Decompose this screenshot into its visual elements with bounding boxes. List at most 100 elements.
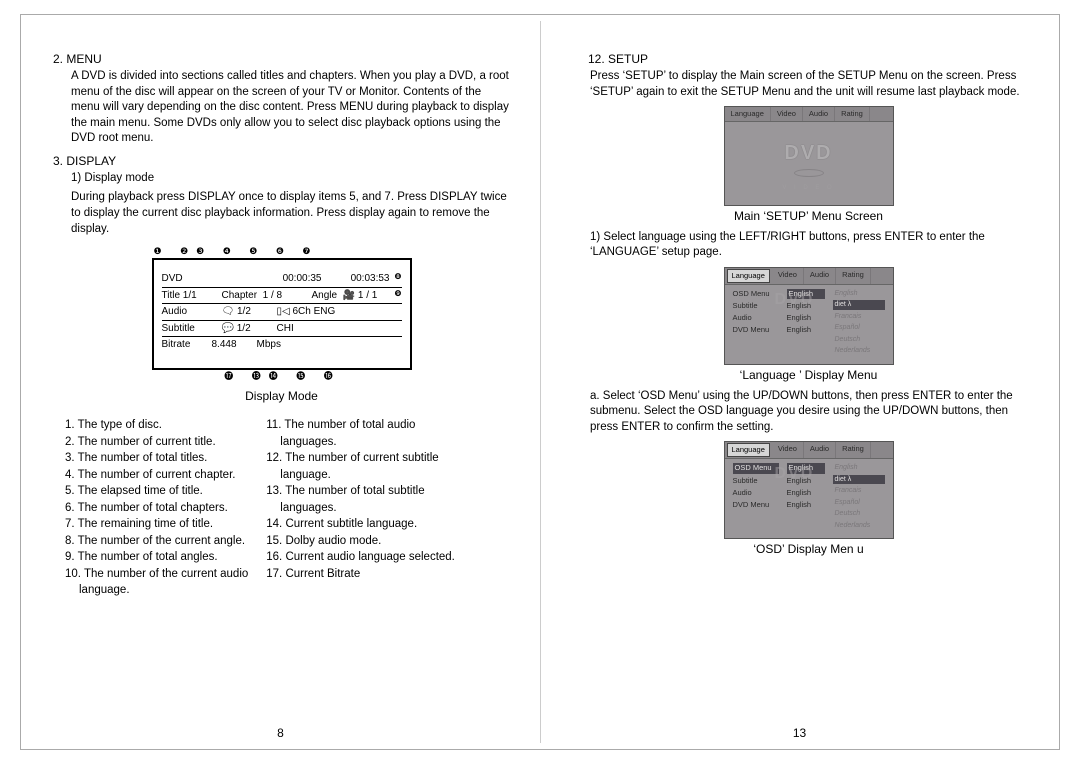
display-sub1-title: 1) Display mode: [71, 171, 510, 187]
osd-c3-4: Deutsch: [833, 509, 885, 518]
legend-item: languages.: [280, 501, 455, 517]
display-diagram: ❶ ❷❸ ❹ ❺ ❻ ❼ DVD 00:00:35 00:03:53 ❽ Tit…: [152, 245, 412, 404]
heading-display: 3. DISPLAY: [53, 153, 510, 169]
heading-menu: 2. MENU: [53, 51, 510, 67]
legend-item: 13. The number of total subtitle: [266, 484, 455, 500]
osd-c3-2: Francais: [833, 486, 885, 495]
lang-c2-1: English: [787, 301, 825, 311]
lang-c1-3: DVD Menu: [733, 325, 779, 335]
dvd-disc-icon: [794, 169, 824, 177]
setup-osd-body: DVD OSD Menu Subtitle Audio DVD Menu Eng…: [725, 459, 893, 532]
tab-video: Video: [772, 442, 804, 458]
setup-language-screenshot: Language Video Audio Rating DVD OSD Menu…: [724, 267, 894, 365]
lang-c1-0: OSD Menu: [733, 289, 779, 299]
legend-left: 1. The type of disc. 2. The number of cu…: [65, 418, 248, 600]
osd-r5c: Mbps: [257, 338, 402, 352]
tab-video: Video: [772, 268, 804, 284]
legend-item: 11. The number of total audio: [266, 418, 455, 434]
osd-r4b: 💬 1/2: [222, 322, 277, 336]
tab-language: Language: [725, 107, 771, 121]
caption-osd: ‘OSD’ Display Men u: [588, 541, 1029, 557]
osd-c3-sel: diet λ: [833, 475, 885, 484]
lang-c3-0: English: [833, 289, 885, 298]
osd-r3a: Audio: [162, 305, 222, 319]
osd-r3b: 🗨 1/2: [222, 305, 277, 319]
osd-r5b: 8.448: [212, 338, 257, 352]
callout-9: ❾: [390, 289, 402, 303]
osd-c2-2: English: [787, 488, 825, 498]
tab-rating: Rating: [836, 442, 871, 458]
osd-r3c: ▯◁ 6Ch ENG: [277, 305, 402, 319]
setup-step-a: a. Select ‘OSD Menu’ using the UP/DOWN b…: [590, 389, 1029, 436]
page-number-left: 8: [21, 725, 540, 741]
osd-r4c: CHI: [277, 322, 402, 336]
osd-r1c: 00:03:53: [322, 272, 390, 286]
legend-item: 12. The number of current subtitle: [266, 451, 455, 467]
setup-step1: 1) Select language using the LEFT/RIGHT …: [590, 230, 1029, 261]
tab-audio: Audio: [803, 107, 835, 121]
legend-item: 15. Dolby audio mode.: [266, 534, 455, 550]
legend-item: language.: [79, 583, 248, 599]
lang-c3-2: Francais: [833, 312, 885, 321]
dvd-logo-sub: V I D E O: [725, 184, 893, 192]
legend-item: 14. Current subtitle language.: [266, 517, 455, 533]
tab-rating: Rating: [835, 107, 870, 121]
lang-c3-3: Español: [833, 323, 885, 332]
lang-c1-2: Audio: [733, 313, 779, 323]
caption-main-setup: Main ‘SETUP’ Menu Screen: [588, 208, 1029, 224]
lang-c3-4: Deutsch: [833, 335, 885, 344]
lang-c2-3: English: [787, 325, 825, 335]
legend-item: language.: [280, 468, 455, 484]
legend: 1. The type of disc. 2. The number of cu…: [65, 418, 510, 600]
caption-language: ‘Language ’ Display Menu: [588, 367, 1029, 383]
setup-tabbar-2: Language Video Audio Rating: [725, 268, 893, 285]
page-right: 12. SETUP Press ‘SETUP’ to display the M…: [540, 15, 1059, 749]
dvd-logo: DVD V I D E O: [725, 122, 893, 198]
osd-r5a: Bitrate: [162, 338, 212, 352]
display-sub1-body: During playback press DISPLAY once to di…: [71, 190, 510, 237]
osd-c1-3: DVD Menu: [733, 500, 779, 510]
lang-c3-sel: diet λ: [833, 300, 885, 309]
osd-box: DVD 00:00:35 00:03:53 ❽ Title 1/1 Chapte…: [152, 258, 412, 370]
lang-c3-5: Nederlands: [833, 346, 885, 355]
legend-item: 10. The number of the current audio: [65, 567, 248, 583]
osd-c2-1: English: [787, 476, 825, 486]
osd-c1-1: Subtitle: [733, 476, 779, 486]
legend-item: 5. The elapsed time of title.: [65, 484, 248, 500]
legend-item: 3. The number of total titles.: [65, 451, 248, 467]
setup-body1: Press ‘SETUP’ to display the Main screen…: [590, 69, 1029, 100]
osd-c3-5: Nederlands: [833, 521, 885, 530]
setup-osd-screenshot: Language Video Audio Rating DVD OSD Menu…: [724, 441, 894, 539]
page-number-right: 13: [540, 725, 1059, 741]
legend-right: 11. The number of total audio languages.…: [266, 418, 455, 600]
osd-r1b: 00:00:35: [252, 272, 322, 286]
osd-c3-0: English: [833, 463, 885, 472]
legend-item: 7. The remaining time of title.: [65, 517, 248, 533]
page-left: 2. MENU A DVD is divided into sections c…: [21, 15, 540, 749]
tab-video: Video: [771, 107, 803, 121]
tab-audio: Audio: [804, 442, 836, 458]
diagram-caption: Display Mode: [152, 388, 412, 404]
legend-item: 4. The number of current chapter.: [65, 468, 248, 484]
osd-r2a: Title 1/1: [162, 289, 222, 303]
callout-8: ❽: [390, 272, 402, 286]
legend-item: languages.: [280, 435, 455, 451]
osd-r2b: Chapter 1 / 8: [222, 289, 312, 303]
legend-item: 16. Current audio language selected.: [266, 550, 455, 566]
diagram-callouts-bottom: ⓱ ⓭⓮ ⓯ ⓰: [154, 370, 412, 382]
legend-item: 2. The number of current title.: [65, 435, 248, 451]
heading-setup: 12. SETUP: [588, 51, 1029, 67]
osd-c1-2: Audio: [733, 488, 779, 498]
tab-language-sel: Language: [727, 269, 770, 283]
osd-r4a: Subtitle: [162, 322, 222, 336]
legend-item: 17. Current Bitrate: [266, 567, 455, 583]
legend-item: 8. The number of the current angle.: [65, 534, 248, 550]
lang-c1-1: Subtitle: [733, 301, 779, 311]
legend-item: 6. The number of total chapters.: [65, 501, 248, 517]
setup-tabbar-3: Language Video Audio Rating: [725, 442, 893, 459]
osd-c2-3: English: [787, 500, 825, 510]
tab-language-sel: Language: [727, 443, 770, 457]
dvd-logo-text: DVD: [725, 140, 893, 167]
lang-c2-0: English: [787, 289, 825, 299]
page-frame: 2. MENU A DVD is divided into sections c…: [20, 14, 1060, 750]
